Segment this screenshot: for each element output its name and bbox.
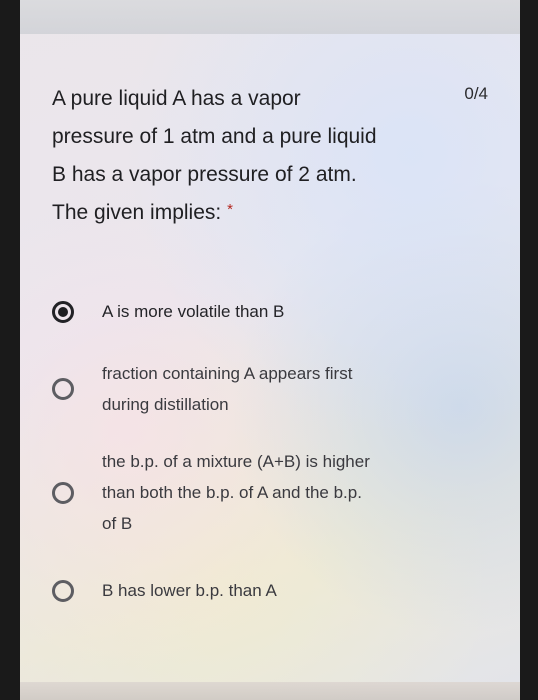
option-label: the b.p. of a mixture (A+B) is higher th…	[102, 446, 474, 539]
question-line: B has a vapor pressure of 2 atm.	[52, 163, 357, 186]
option-label-line: fraction containing A appears first	[102, 364, 353, 383]
option-a-volatile[interactable]: A is more volatile than B	[52, 296, 474, 327]
question-title: A pure liquid A has a vapor pressure of …	[52, 80, 442, 232]
form-screen: A pure liquid A has a vapor pressure of …	[20, 0, 520, 700]
option-label-line: of B	[102, 514, 133, 533]
question-line: pressure of 1 atm and a pure liquid	[52, 125, 377, 148]
radio-unselected-icon[interactable]	[52, 481, 74, 504]
radio-selected-icon[interactable]	[52, 300, 74, 323]
option-label: A is more volatile than B	[102, 296, 474, 327]
top-bar	[20, 0, 520, 34]
option-label-line: A is more volatile than B	[102, 302, 285, 321]
bottom-bar	[20, 682, 520, 700]
option-label: fraction containing A appears first duri…	[102, 358, 474, 420]
option-label-line: than both the b.p. of A and the b.p.	[102, 483, 362, 502]
option-label-line: B has lower b.p. than A	[102, 581, 277, 600]
question-line: A pure liquid A has a vapor	[52, 87, 301, 110]
question-line: The given implies: *	[52, 194, 442, 232]
option-label-line: during distillation	[102, 395, 229, 414]
option-label: B has lower b.p. than A	[102, 575, 474, 606]
question-line-text: The given implies:	[52, 201, 222, 224]
required-asterisk: *	[227, 201, 233, 218]
option-label-line: the b.p. of a mixture (A+B) is higher	[102, 452, 370, 471]
option-mixture-bp-higher[interactable]: the b.p. of a mixture (A+B) is higher th…	[52, 446, 474, 539]
score-badge: 0/4	[464, 84, 488, 103]
option-fraction-a-first[interactable]: fraction containing A appears first duri…	[52, 358, 474, 420]
radio-unselected-icon[interactable]	[52, 378, 74, 400]
radio-unselected-icon[interactable]	[52, 579, 74, 602]
option-b-lower-bp[interactable]: B has lower b.p. than A	[52, 575, 474, 606]
